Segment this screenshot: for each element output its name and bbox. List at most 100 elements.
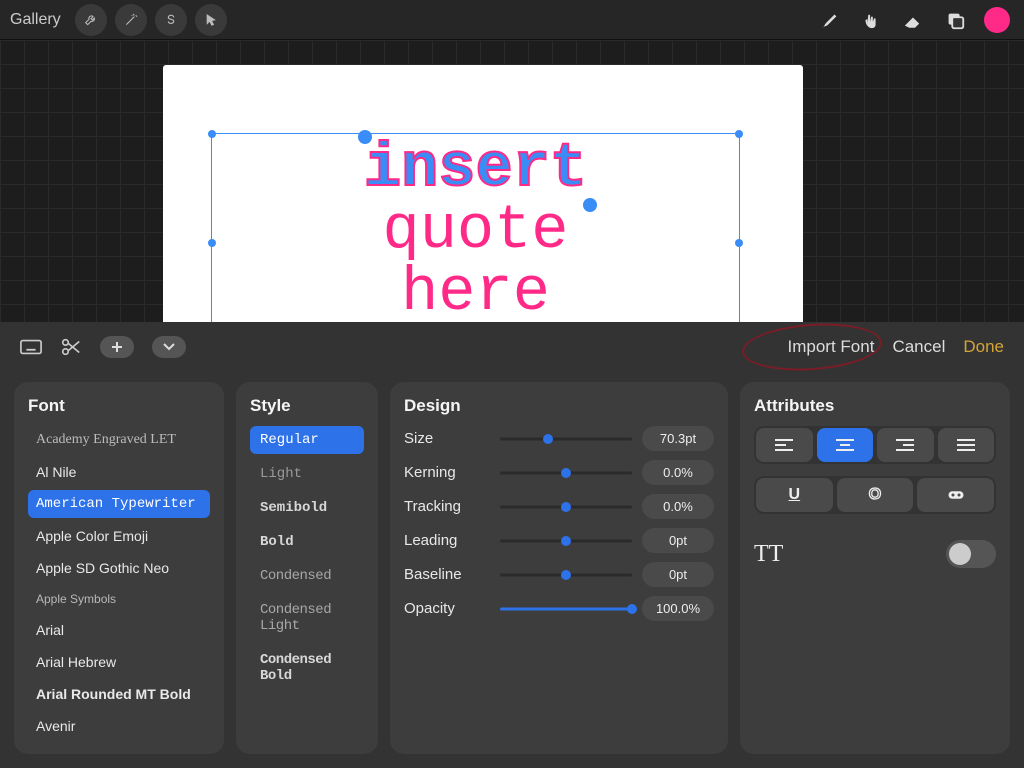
tracking-value[interactable]: 0.0%: [642, 494, 714, 519]
resize-handle[interactable]: [735, 130, 743, 138]
transform-tool-button[interactable]: [195, 4, 227, 36]
font-item-selected[interactable]: American Typewriter: [28, 490, 210, 518]
style-item[interactable]: Condensed Bold: [250, 646, 364, 690]
cancel-button[interactable]: Cancel: [892, 337, 945, 357]
align-left-icon: [775, 438, 793, 452]
selection-handle[interactable]: [358, 130, 372, 144]
font-item[interactable]: Academy Engraved LET: [28, 426, 210, 454]
align-left-button[interactable]: [756, 428, 813, 462]
kerning-label: Kerning: [404, 464, 490, 481]
leading-slider[interactable]: [500, 533, 632, 549]
style-panel: Style Regular Light Semibold Bold Conden…: [236, 382, 378, 754]
eraser-tool-button[interactable]: [896, 3, 930, 37]
more-options-button[interactable]: [152, 336, 186, 358]
caps-toggle[interactable]: [946, 540, 996, 568]
resize-handle[interactable]: [208, 130, 216, 138]
gallery-button[interactable]: Gallery: [10, 11, 61, 29]
font-item[interactable]: Apple Symbols: [28, 586, 210, 612]
text-panel-toolbar: Import Font Cancel Done: [0, 322, 1024, 372]
leading-label: Leading: [404, 532, 490, 549]
opacity-slider[interactable]: [500, 601, 632, 617]
baseline-value[interactable]: 0pt: [642, 562, 714, 587]
font-item[interactable]: Apple SD Gothic Neo: [28, 554, 210, 582]
style-item[interactable]: Semibold: [250, 494, 364, 522]
design-panel-title: Design: [404, 396, 714, 416]
align-center-button[interactable]: [817, 428, 874, 462]
outline-button[interactable]: O: [837, 478, 914, 512]
font-panel-title: Font: [28, 396, 210, 416]
underline-button[interactable]: U: [756, 478, 833, 512]
tracking-slider[interactable]: [500, 499, 632, 515]
cut-button[interactable]: [60, 336, 82, 358]
text-line: here: [212, 262, 739, 322]
design-panel: Design Size 70.3pt Kerning 0.0% Tracking…: [390, 382, 728, 754]
size-slider[interactable]: [500, 431, 632, 447]
app-toolbar: Gallery: [0, 0, 1024, 40]
resize-handle[interactable]: [208, 239, 216, 247]
style-item-selected[interactable]: Regular: [250, 426, 364, 454]
actions-tool-button[interactable]: [75, 4, 107, 36]
kerning-row: Kerning 0.0%: [404, 460, 714, 485]
font-item[interactable]: Arial: [28, 616, 210, 644]
font-item[interactable]: Arial Hebrew: [28, 648, 210, 676]
selected-text[interactable]: insert: [364, 138, 587, 200]
color-picker-button[interactable]: [980, 3, 1014, 37]
canvas-area[interactable]: insert quote here: [0, 40, 1024, 322]
kerning-slider[interactable]: [500, 465, 632, 481]
smudge-tool-button[interactable]: [854, 3, 888, 37]
style-item[interactable]: Condensed Light: [250, 596, 364, 640]
underline-icon: U: [789, 486, 801, 504]
font-item[interactable]: Al Nile: [28, 458, 210, 486]
text-bounding-box[interactable]: insert quote here: [211, 133, 740, 322]
font-item[interactable]: Arial Rounded MT Bold: [28, 680, 210, 708]
opacity-label: Opacity: [404, 600, 490, 617]
align-justify-button[interactable]: [938, 428, 995, 462]
layers-icon: [944, 9, 966, 31]
style-item[interactable]: Light: [250, 460, 364, 488]
baseline-row: Baseline 0pt: [404, 562, 714, 587]
leading-value[interactable]: 0pt: [642, 528, 714, 553]
add-button[interactable]: [100, 336, 134, 358]
adjust-tool-button[interactable]: [115, 4, 147, 36]
font-item[interactable]: Apple Color Emoji: [28, 522, 210, 550]
wrench-icon: [83, 12, 99, 28]
keyboard-button[interactable]: [20, 336, 42, 358]
baseline-slider[interactable]: [500, 567, 632, 583]
strikethrough-icon: [947, 488, 965, 502]
size-row: Size 70.3pt: [404, 426, 714, 451]
style-item[interactable]: Condensed: [250, 562, 364, 590]
size-value[interactable]: 70.3pt: [642, 426, 714, 451]
brush-icon: [818, 9, 840, 31]
attributes-panel: Attributes U O: [740, 382, 1010, 754]
caps-row: TT: [754, 540, 996, 568]
font-list[interactable]: Academy Engraved LET Al Nile American Ty…: [28, 426, 210, 740]
text-content[interactable]: insert quote here: [212, 134, 739, 322]
align-right-button[interactable]: [877, 428, 934, 462]
font-item[interactable]: Avenir: [28, 712, 210, 740]
text-decoration-segment: U O: [754, 476, 996, 514]
plus-icon: [111, 341, 123, 353]
chevron-down-icon: [163, 343, 175, 351]
kerning-value[interactable]: 0.0%: [642, 460, 714, 485]
select-tool-button[interactable]: [155, 4, 187, 36]
size-label: Size: [404, 430, 490, 447]
current-color-swatch[interactable]: [984, 7, 1010, 33]
import-font-button[interactable]: Import Font: [788, 337, 875, 357]
style-list[interactable]: Regular Light Semibold Bold Condensed Co…: [250, 426, 364, 690]
opacity-value[interactable]: 100.0%: [642, 596, 714, 621]
wand-icon: [123, 12, 139, 28]
tracking-label: Tracking: [404, 498, 490, 515]
font-panel: Font Academy Engraved LET Al Nile Americ…: [14, 382, 224, 754]
text-edit-panels: Font Academy Engraved LET Al Nile Americ…: [0, 372, 1024, 768]
style-item[interactable]: Bold: [250, 528, 364, 556]
resize-handle[interactable]: [735, 239, 743, 247]
text-line: quote: [212, 200, 739, 262]
brush-tool-button[interactable]: [812, 3, 846, 37]
layers-button[interactable]: [938, 3, 972, 37]
s-icon: [163, 12, 179, 28]
keyboard-icon: [20, 336, 42, 358]
done-button[interactable]: Done: [963, 337, 1004, 357]
canvas-document[interactable]: insert quote here: [163, 65, 803, 322]
scissors-icon: [60, 336, 82, 358]
strikethrough-button[interactable]: [917, 478, 994, 512]
